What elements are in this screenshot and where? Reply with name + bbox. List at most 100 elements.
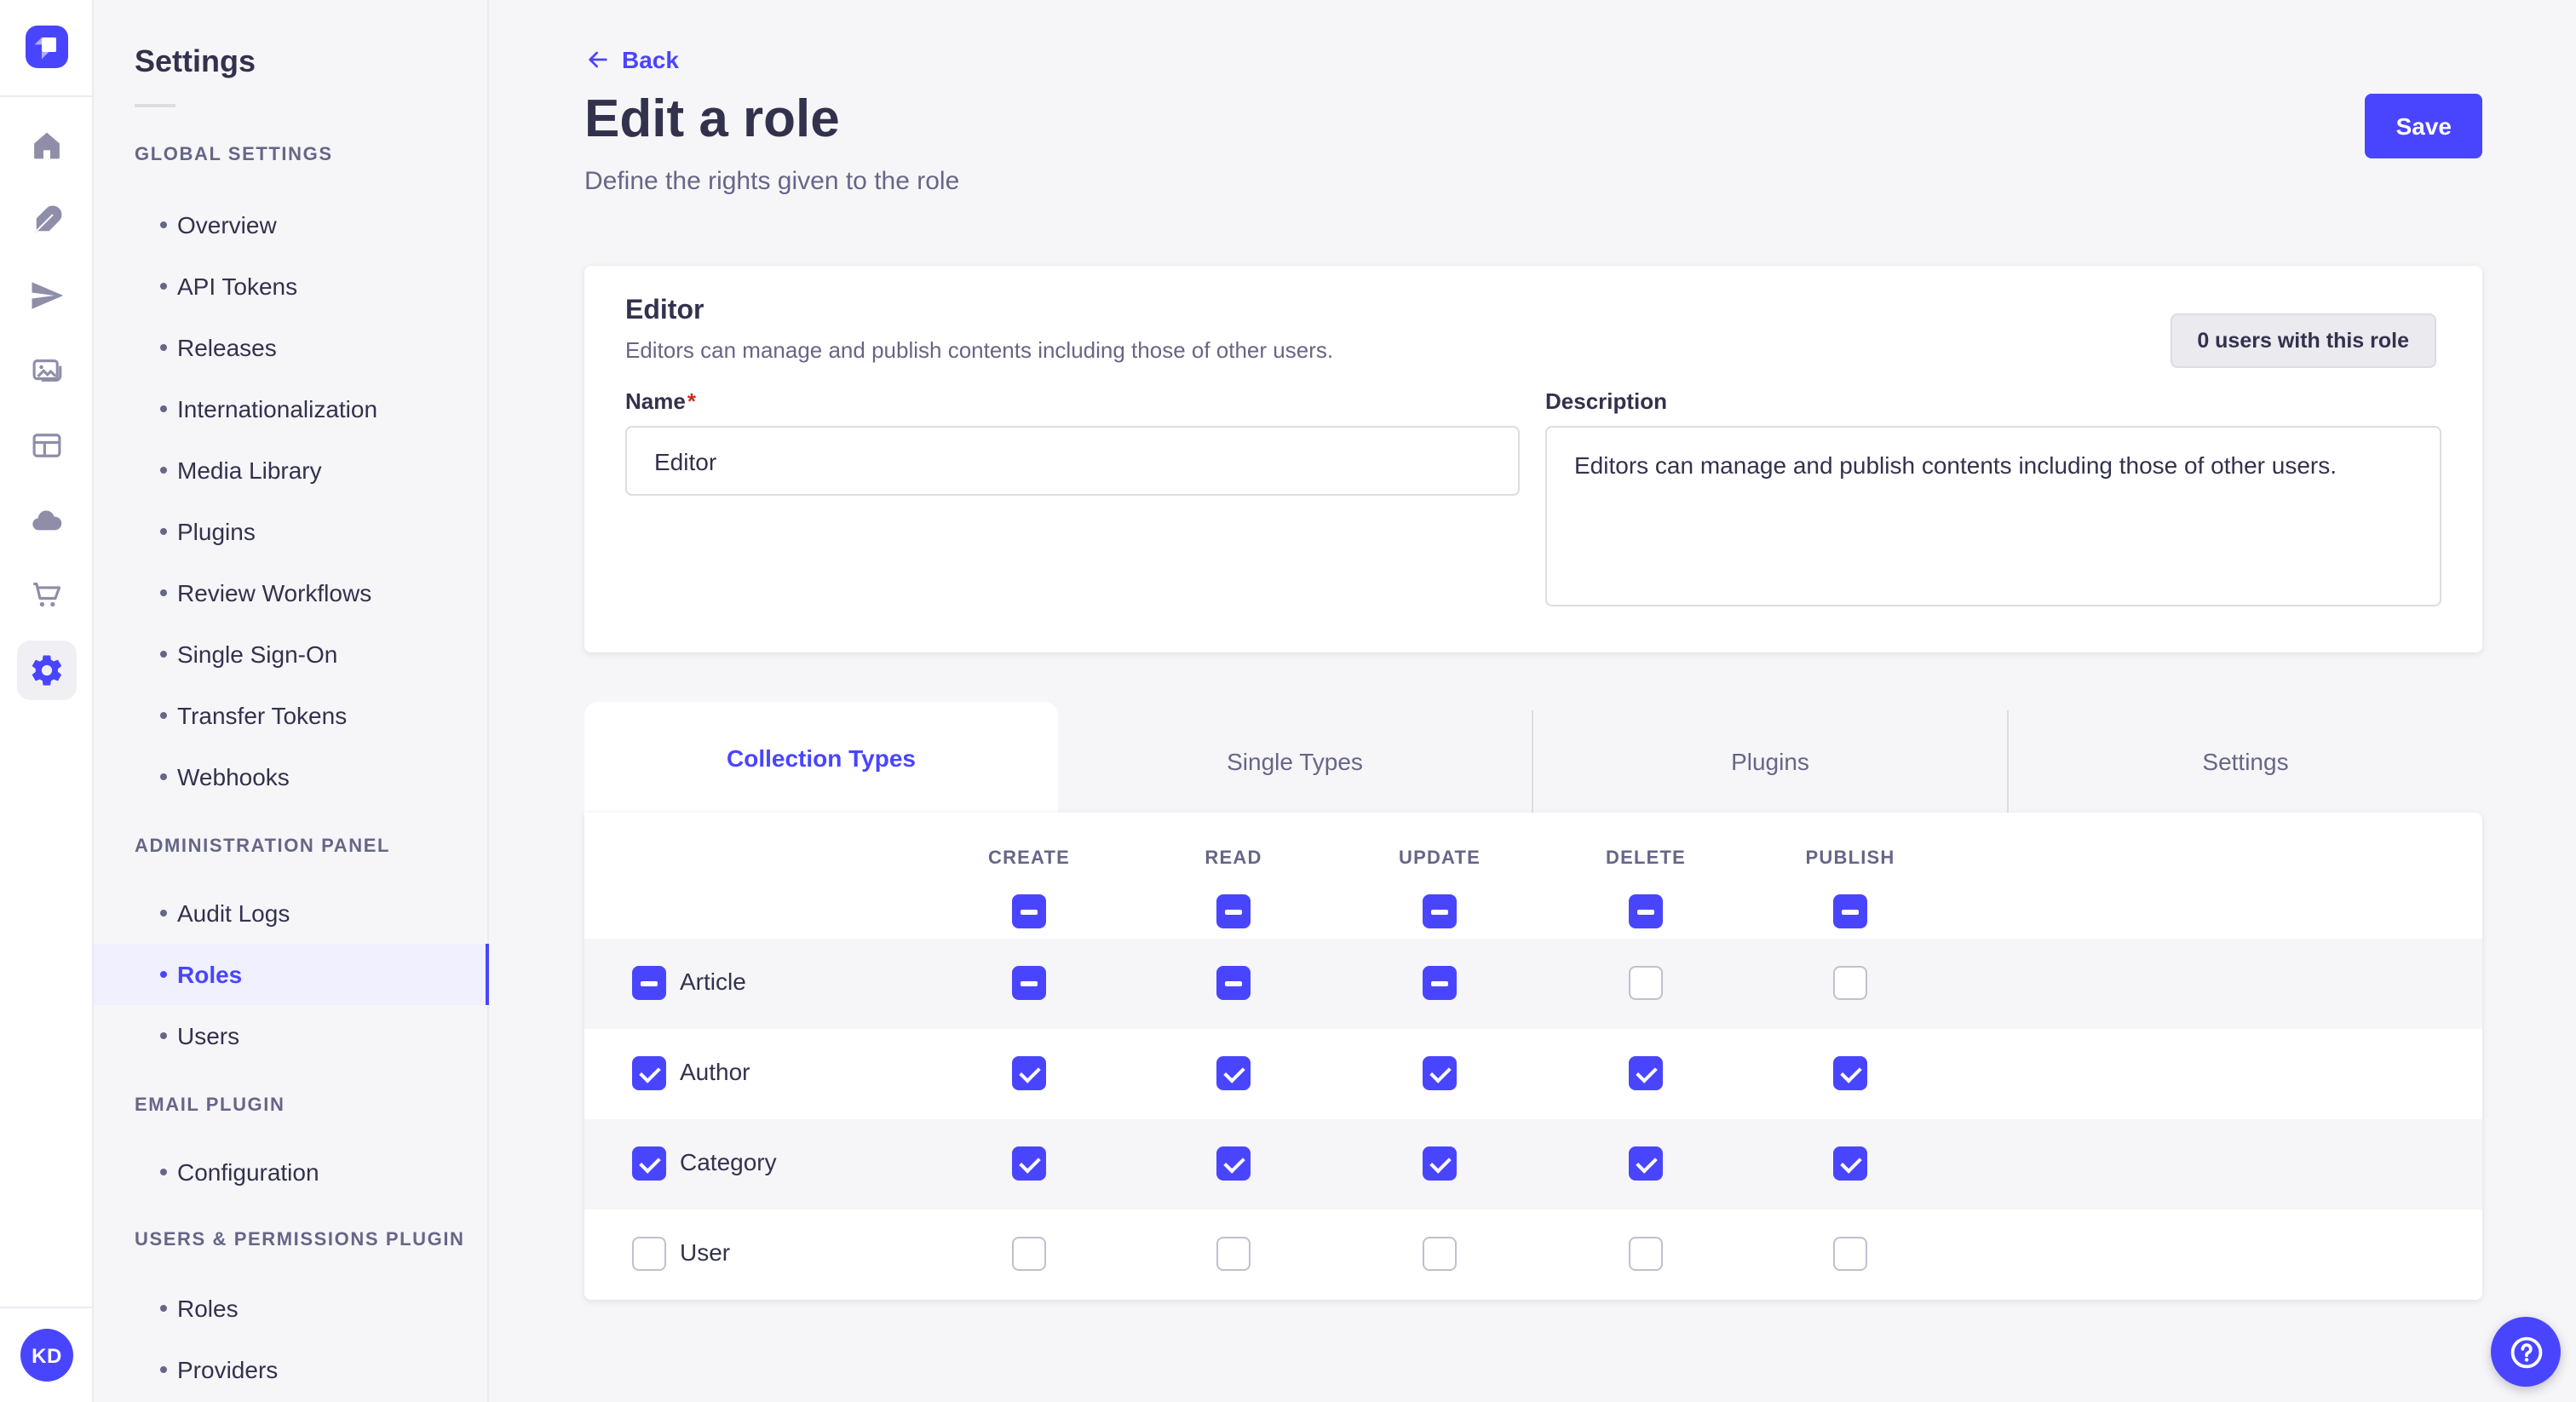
bullet-icon bbox=[160, 344, 167, 351]
gear-icon[interactable] bbox=[29, 652, 65, 688]
users-with-role-button[interactable]: 0 users with this role bbox=[2170, 313, 2436, 368]
user-avatar[interactable]: KD bbox=[20, 1329, 73, 1382]
column-header-delete: DELETE bbox=[1606, 848, 1686, 869]
category-row-checkbox[interactable] bbox=[632, 1146, 666, 1181]
article-update-checkbox[interactable] bbox=[1423, 966, 1457, 1000]
sidebar-item-review-workflows[interactable]: Review Workflows bbox=[94, 562, 489, 623]
author-publish-checkbox[interactable] bbox=[1833, 1056, 1867, 1090]
sidebar-item-transfer-tokens[interactable]: Transfer Tokens bbox=[94, 685, 489, 746]
bullet-icon bbox=[160, 651, 167, 658]
cart-icon[interactable] bbox=[29, 577, 65, 613]
back-link[interactable]: Back bbox=[584, 46, 679, 73]
help-button[interactable] bbox=[2491, 1317, 2561, 1387]
strapi-logo[interactable] bbox=[26, 26, 68, 68]
media-icon[interactable] bbox=[29, 353, 65, 388]
sidebar-item-internationalization[interactable]: Internationalization bbox=[94, 378, 489, 440]
page-title: Edit a role bbox=[584, 85, 840, 153]
article-delete-checkbox[interactable] bbox=[1629, 966, 1663, 1000]
bullet-icon bbox=[160, 467, 167, 474]
user-read-checkbox[interactable] bbox=[1216, 1237, 1251, 1271]
author-read-checkbox[interactable] bbox=[1216, 1056, 1251, 1090]
select-all-read-checkbox[interactable] bbox=[1216, 894, 1251, 928]
article-publish-checkbox[interactable] bbox=[1833, 966, 1867, 1000]
user-delete-checkbox[interactable] bbox=[1629, 1237, 1663, 1271]
tab-collection-types[interactable]: Collection Types bbox=[584, 702, 1058, 813]
permission-row-user: User bbox=[584, 1210, 2482, 1300]
sidebar-item-users[interactable]: Users bbox=[94, 1005, 489, 1066]
main-content: Back Edit a role Define the rights given… bbox=[489, 0, 2576, 1402]
author-update-checkbox[interactable] bbox=[1423, 1056, 1457, 1090]
section-header-email-plugin: EMAIL PLUGIN bbox=[135, 1095, 285, 1119]
user-row-checkbox[interactable] bbox=[632, 1237, 666, 1271]
bullet-icon bbox=[160, 528, 167, 535]
select-all-update-checkbox[interactable] bbox=[1423, 894, 1457, 928]
sidebar-title: Settings bbox=[135, 44, 256, 80]
page-subtitle: Define the rights given to the role bbox=[584, 167, 959, 196]
rail-divider bbox=[0, 95, 94, 97]
user-publish-checkbox[interactable] bbox=[1833, 1237, 1867, 1271]
bullet-icon bbox=[160, 1032, 167, 1039]
category-publish-checkbox[interactable] bbox=[1833, 1146, 1867, 1181]
bullet-icon bbox=[160, 589, 167, 596]
tab-single-types[interactable]: Single Types bbox=[1058, 710, 1532, 813]
sidebar-item-webhooks[interactable]: Webhooks bbox=[94, 746, 489, 807]
bullet-icon bbox=[160, 773, 167, 780]
role-description-text: Editors can manage and publish contents … bbox=[625, 337, 1333, 363]
required-asterisk: * bbox=[687, 388, 696, 414]
save-button[interactable]: Save bbox=[2366, 94, 2482, 158]
send-icon[interactable] bbox=[29, 278, 65, 313]
icon-rail: KD bbox=[0, 0, 94, 1402]
select-all-publish-checkbox[interactable] bbox=[1833, 894, 1867, 928]
sidebar-item-releases[interactable]: Releases bbox=[94, 317, 489, 378]
category-delete-checkbox[interactable] bbox=[1629, 1146, 1663, 1181]
row-label: Category bbox=[680, 1148, 777, 1175]
sidebar-item-api-tokens[interactable]: API Tokens bbox=[94, 256, 489, 317]
feather-icon[interactable] bbox=[29, 203, 65, 238]
row-label: Article bbox=[680, 968, 746, 995]
article-read-checkbox[interactable] bbox=[1216, 966, 1251, 1000]
author-delete-checkbox[interactable] bbox=[1629, 1056, 1663, 1090]
category-update-checkbox[interactable] bbox=[1423, 1146, 1457, 1181]
home-icon[interactable] bbox=[29, 128, 65, 164]
app-root: KD Settings GLOBAL SETTINGS Overview API… bbox=[0, 0, 2576, 1402]
permission-row-author: Author bbox=[584, 1029, 2482, 1119]
sidebar-item-plugins[interactable]: Plugins bbox=[94, 501, 489, 562]
sidebar-item-overview[interactable]: Overview bbox=[94, 194, 489, 256]
article-row-checkbox[interactable] bbox=[632, 966, 666, 1000]
section-header-users-permissions-plugin: USERS & PERMISSIONS PLUGIN bbox=[135, 1230, 465, 1254]
permission-row-article: Article bbox=[584, 939, 2482, 1029]
column-header-publish: PUBLISH bbox=[1806, 848, 1895, 869]
bullet-icon bbox=[160, 283, 167, 290]
row-label: User bbox=[680, 1238, 730, 1266]
permission-row-category: Category bbox=[584, 1119, 2482, 1210]
cloud-icon[interactable] bbox=[29, 503, 65, 538]
user-update-checkbox[interactable] bbox=[1423, 1237, 1457, 1271]
column-header-read: READ bbox=[1205, 848, 1262, 869]
bullet-icon bbox=[160, 1305, 167, 1312]
bullet-icon bbox=[160, 971, 167, 978]
sidebar-item-configuration[interactable]: Configuration bbox=[94, 1141, 489, 1203]
user-create-checkbox[interactable] bbox=[1012, 1237, 1046, 1271]
sidebar-item-media-library[interactable]: Media Library bbox=[94, 440, 489, 501]
sidebar-item-roles-admin[interactable]: Roles bbox=[94, 944, 489, 1005]
name-field-label: Name* bbox=[625, 388, 696, 414]
tab-plugins[interactable]: Plugins bbox=[1532, 710, 2007, 813]
category-read-checkbox[interactable] bbox=[1216, 1146, 1251, 1181]
description-field-label: Description bbox=[1545, 388, 1667, 414]
sidebar-item-providers[interactable]: Providers bbox=[94, 1339, 489, 1400]
sidebar-item-audit-logs[interactable]: Audit Logs bbox=[94, 882, 489, 944]
description-textarea[interactable]: Editors can manage and publish contents … bbox=[1545, 426, 2441, 606]
select-all-delete-checkbox[interactable] bbox=[1629, 894, 1663, 928]
layout-icon[interactable] bbox=[29, 428, 65, 463]
permissions-panel: CREATE READ UPDATE DELETE PUBLISH Articl… bbox=[584, 813, 2482, 1300]
sidebar-item-roles-up[interactable]: Roles bbox=[94, 1278, 489, 1339]
permissions-rows: Article Author bbox=[584, 939, 2482, 1300]
author-create-checkbox[interactable] bbox=[1012, 1056, 1046, 1090]
sidebar-item-single-sign-on[interactable]: Single Sign-On bbox=[94, 623, 489, 685]
select-all-create-checkbox[interactable] bbox=[1012, 894, 1046, 928]
article-create-checkbox[interactable] bbox=[1012, 966, 1046, 1000]
tab-settings[interactable]: Settings bbox=[2007, 710, 2482, 813]
author-row-checkbox[interactable] bbox=[632, 1056, 666, 1090]
category-create-checkbox[interactable] bbox=[1012, 1146, 1046, 1181]
name-input[interactable] bbox=[625, 426, 1520, 496]
